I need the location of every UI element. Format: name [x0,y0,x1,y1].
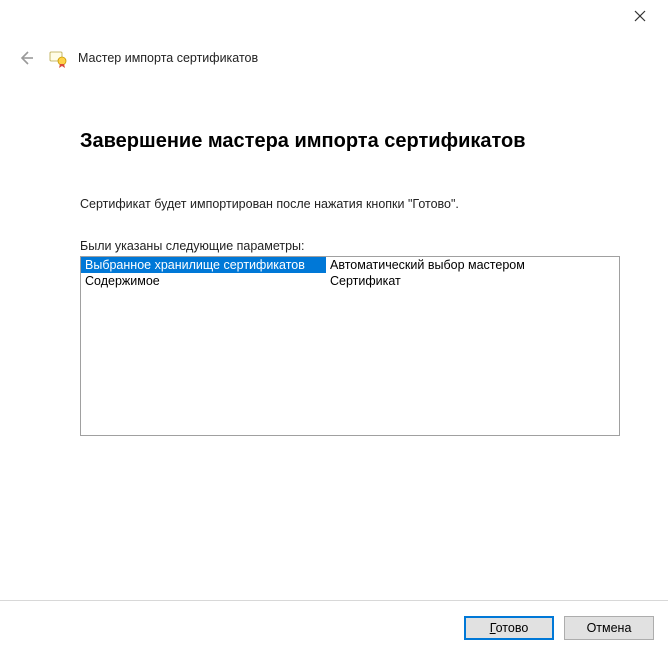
params-value: Автоматический выбор мастером [326,257,619,273]
params-key: Содержимое [81,273,326,289]
back-button[interactable] [14,46,38,70]
params-value: Сертификат [326,273,619,289]
wizard-content: Завершение мастера импорта сертификатов … [80,130,620,436]
params-label: Были указаны следующие параметры: [80,239,620,253]
wizard-footer: Готово Отмена [0,600,668,654]
params-listbox[interactable]: Выбранное хранилище сертификатовАвтомати… [80,256,620,436]
wizard-header: Мастер импорта сертификатов [14,46,258,70]
certificate-wizard-icon [48,48,68,68]
page-heading: Завершение мастера импорта сертификатов [80,130,620,153]
cancel-button[interactable]: Отмена [564,616,654,640]
params-row[interactable]: СодержимоеСертификат [81,273,619,289]
params-key: Выбранное хранилище сертификатов [81,257,326,273]
finish-button[interactable]: Готово [464,616,554,640]
params-row[interactable]: Выбранное хранилище сертификатовАвтомати… [81,257,619,273]
page-description: Сертификат будет импортирован после нажа… [80,197,620,211]
close-button[interactable] [634,10,654,30]
wizard-title: Мастер импорта сертификатов [78,51,258,65]
